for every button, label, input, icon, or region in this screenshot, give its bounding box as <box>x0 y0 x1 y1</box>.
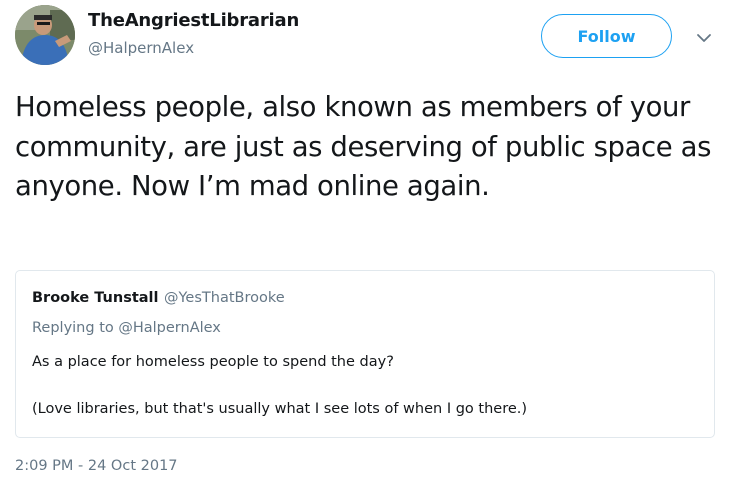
quoted-replying-to: Replying to @HalpernAlex <box>32 320 221 336</box>
quoted-text-line-2: (Love libraries, but that's usually what… <box>32 401 528 417</box>
avatar-image <box>15 5 75 65</box>
quoted-author-display-name: Brooke Tunstall <box>32 290 159 306</box>
tweet-timestamp[interactable]: 2:09 PM - 24 Oct 2017 <box>15 458 178 474</box>
chevron-down-icon <box>697 34 711 42</box>
quoted-text-line-1: As a place for homeless people to spend … <box>32 354 394 370</box>
follow-button[interactable]: Follow <box>541 14 672 58</box>
tweet-text: Homeless people, also known as members o… <box>15 91 712 202</box>
author-handle[interactable]: @HalpernAlex <box>88 39 194 57</box>
avatar[interactable] <box>15 5 75 65</box>
quoted-author-handle: @YesThatBrooke <box>164 290 285 306</box>
quoted-tweet[interactable]: Brooke Tunstall @YesThatBrooke Replying … <box>15 270 715 438</box>
author-display-name[interactable]: TheAngriestLibrarian <box>88 10 299 31</box>
tweet-menu-button[interactable] <box>694 28 714 48</box>
